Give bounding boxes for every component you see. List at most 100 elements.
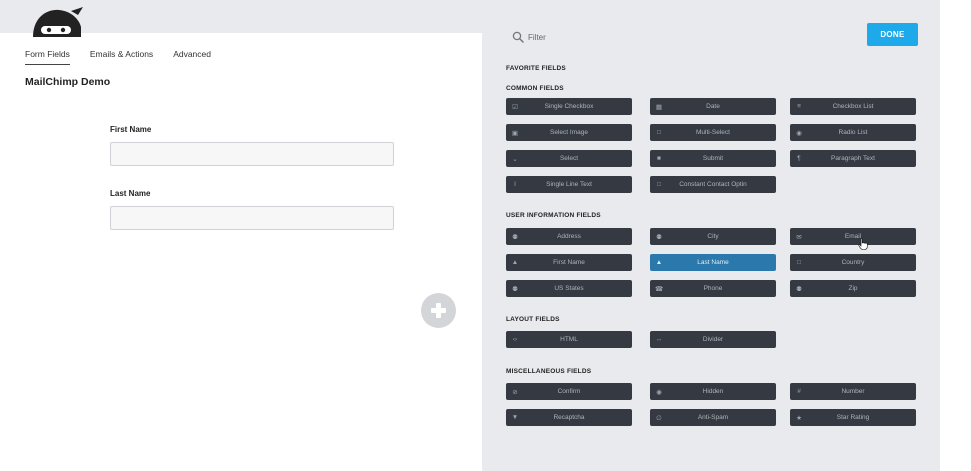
chevron-down-icon: ⌄ bbox=[512, 155, 518, 163]
arrows-horizontal-icon: ↔ bbox=[655, 336, 663, 343]
filter-input[interactable] bbox=[528, 29, 778, 45]
stop-icon: ■ bbox=[657, 155, 661, 162]
field-button-label: Date bbox=[706, 103, 720, 110]
field-button-divider[interactable]: ↔ Divider bbox=[650, 331, 776, 348]
field-button-recaptcha[interactable]: ▼ Recaptcha bbox=[506, 409, 632, 426]
builder-tabs: Form Fields Emails & Actions Advanced bbox=[25, 49, 211, 65]
field-button-label: Select Image bbox=[550, 129, 588, 136]
field-button-select[interactable]: ⌄ Select bbox=[506, 150, 632, 167]
field-button-email[interactable]: ✉ Email bbox=[790, 228, 916, 245]
checkbox-icon: ☑ bbox=[512, 103, 518, 111]
map-pin-icon: ⚉ bbox=[796, 285, 802, 293]
fields-drawer: DONE FAVORITE FIELDS COMMON FIELDS ☑ Sing… bbox=[482, 0, 940, 471]
field-button-label: Select bbox=[559, 155, 579, 162]
field-button-city[interactable]: ⚉ City bbox=[650, 228, 776, 245]
square-icon: □ bbox=[657, 129, 661, 136]
field-button-label: Last Name bbox=[697, 259, 729, 266]
square-icon: □ bbox=[657, 181, 661, 188]
field-button-label: Checkbox List bbox=[832, 103, 874, 110]
radio-icon: ◉ bbox=[796, 129, 802, 137]
field-button-date[interactable]: ▦ Date bbox=[650, 98, 776, 115]
first-name-label: First Name bbox=[110, 125, 152, 134]
ninja-logo bbox=[33, 7, 83, 37]
field-button-label: Single Line Text bbox=[546, 181, 592, 188]
field-button-label: City bbox=[707, 233, 719, 240]
field-button-hidden[interactable]: ◉ Hidden bbox=[650, 383, 776, 400]
field-button-label: Multi-Select bbox=[696, 129, 730, 136]
user-icon: ▲ bbox=[511, 259, 519, 266]
search-icon bbox=[512, 31, 524, 43]
list-icon: ≡ bbox=[797, 103, 801, 110]
field-button-phone[interactable]: ☎ Phone bbox=[650, 280, 776, 297]
paragraph-icon: ¶ bbox=[797, 155, 801, 162]
field-button-multi-select[interactable]: □ Multi-Select bbox=[650, 124, 776, 141]
first-name-input[interactable] bbox=[110, 142, 394, 166]
calendar-icon: ▦ bbox=[655, 103, 663, 111]
map-pin-icon: ⚉ bbox=[656, 233, 662, 241]
field-button-label: Address bbox=[557, 233, 581, 240]
field-button-zip[interactable]: ⚉ Zip bbox=[790, 280, 916, 297]
field-button-label: Star Rating bbox=[836, 414, 870, 421]
field-button-label: US States bbox=[554, 285, 584, 292]
miscellaneous-fields-heading: MISCELLANEOUS FIELDS bbox=[506, 368, 592, 375]
ban-icon: ∅ bbox=[656, 414, 662, 422]
field-button-label: HTML bbox=[560, 336, 578, 343]
field-button-label: Divider bbox=[702, 336, 724, 343]
star-icon: ★ bbox=[796, 414, 802, 422]
field-button-number[interactable]: # Number bbox=[790, 383, 916, 400]
field-button-label: Zip bbox=[848, 285, 858, 292]
code-icon: ‹› bbox=[512, 336, 518, 343]
field-button-label: Phone bbox=[703, 285, 723, 292]
field-button-star-rating[interactable]: ★ Star Rating bbox=[790, 409, 916, 426]
filter-funnel-icon: ▼ bbox=[511, 414, 519, 421]
field-button-checkbox-list[interactable]: ≡ Checkbox List bbox=[790, 98, 916, 115]
field-button-address[interactable]: ⚉ Address bbox=[506, 228, 632, 245]
image-icon: ▣ bbox=[511, 129, 519, 137]
field-button-label: First Name bbox=[553, 259, 585, 266]
field-button-label: Country bbox=[841, 259, 865, 266]
field-button-first-name[interactable]: ▲ First Name bbox=[506, 254, 632, 271]
field-button-select-image[interactable]: ▣ Select Image bbox=[506, 124, 632, 141]
field-button-label: Recaptcha bbox=[553, 414, 585, 421]
envelope-icon: ✉ bbox=[796, 233, 802, 241]
hash-icon: # bbox=[797, 388, 801, 395]
common-fields-heading: COMMON FIELDS bbox=[506, 85, 564, 92]
field-button-single-checkbox[interactable]: ☑ Single Checkbox bbox=[506, 98, 632, 115]
last-name-input[interactable] bbox=[110, 206, 394, 230]
tab-emails-actions[interactable]: Emails & Actions bbox=[90, 49, 153, 65]
tab-advanced[interactable]: Advanced bbox=[173, 49, 211, 65]
square-icon: □ bbox=[797, 259, 801, 266]
field-button-single-line-text[interactable]: Ι Single Line Text bbox=[506, 176, 632, 193]
done-button[interactable]: DONE bbox=[867, 23, 918, 46]
field-button-html[interactable]: ‹› HTML bbox=[506, 331, 632, 348]
field-button-submit[interactable]: ■ Submit bbox=[650, 150, 776, 167]
map-pin-icon: ⚉ bbox=[512, 285, 518, 293]
add-field-button[interactable] bbox=[421, 293, 456, 328]
layout-fields-heading: LAYOUT FIELDS bbox=[506, 316, 560, 323]
field-button-radio-list[interactable]: ◉ Radio List bbox=[790, 124, 916, 141]
field-button-confirm[interactable]: ⊘ Confirm bbox=[506, 383, 632, 400]
field-button-label: Submit bbox=[702, 155, 724, 162]
field-button-country[interactable]: □ Country bbox=[790, 254, 916, 271]
last-name-field[interactable]: Last Name bbox=[110, 189, 394, 230]
field-button-label: Number bbox=[841, 388, 865, 395]
field-button-label: Single Checkbox bbox=[544, 103, 594, 110]
field-button-anti-spam[interactable]: ∅ Anti-Spam bbox=[650, 409, 776, 426]
eye-icon: ◉ bbox=[656, 388, 662, 396]
user-icon: ▲ bbox=[655, 259, 663, 266]
field-button-label: Constant Contact Optin bbox=[679, 181, 747, 188]
first-name-field[interactable]: First Name bbox=[110, 125, 394, 166]
field-button-constant-contact-optin[interactable]: □ Constant Contact Optin bbox=[650, 176, 776, 193]
tab-form-fields[interactable]: Form Fields bbox=[25, 49, 70, 65]
text-cursor-icon: Ι bbox=[514, 181, 516, 188]
favorite-fields-heading: FAVORITE FIELDS bbox=[506, 65, 566, 72]
field-button-label: Confirm bbox=[557, 388, 581, 395]
field-button-us-states[interactable]: ⚉ US States bbox=[506, 280, 632, 297]
field-button-last-name[interactable]: ▲ Last Name bbox=[650, 254, 776, 271]
field-button-label: Radio List bbox=[838, 129, 868, 136]
phone-icon: ☎ bbox=[654, 285, 664, 293]
field-button-label: Hidden bbox=[702, 388, 724, 395]
user-information-fields-heading: USER INFORMATION FIELDS bbox=[506, 212, 601, 219]
hand-cursor-icon bbox=[858, 238, 868, 250]
field-button-paragraph-text[interactable]: ¶ Paragraph Text bbox=[790, 150, 916, 167]
